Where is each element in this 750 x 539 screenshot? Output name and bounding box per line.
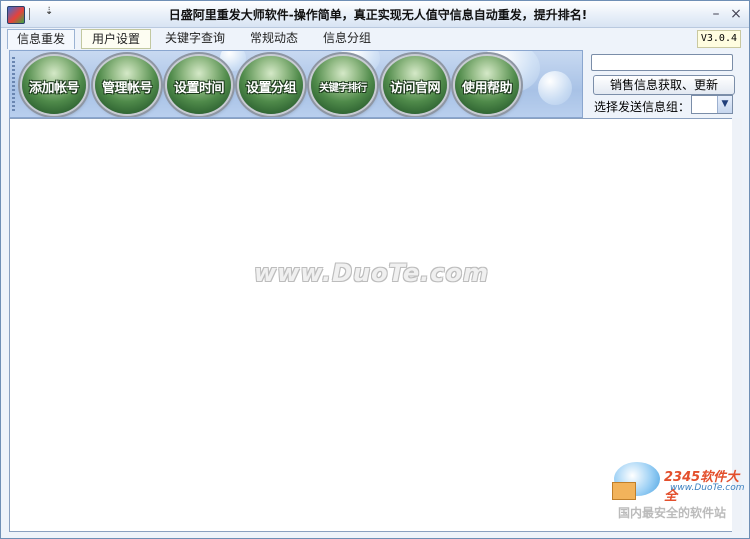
visit-site-label: 访问官网 [389,81,441,96]
logo-url: www.DuoTe.com [670,483,745,493]
tab-keyword-query[interactable]: 关键字查询 [157,29,233,49]
site-logo: 2345软件大全 www.DuoTe.com 国内最安全的软件站 [608,458,748,536]
title-bar: ⇣ 日盛阿里重发大师软件-操作简单，真正实现无人值守信息自动重发，提升排名! –… [1,1,749,28]
decor-bubble [538,71,572,105]
manage-account-button[interactable]: 管理帐号 [95,56,159,114]
box-icon [612,482,636,500]
version-badge: V3.0.4 [696,30,741,48]
tab-info-resend[interactable]: 信息重发 [7,29,75,49]
keyword-rank-label: 关键字排行 [319,83,367,94]
add-account-button[interactable]: 添加帐号 [22,56,86,114]
logo-slogan: 国内最安全的软件站 [618,506,727,520]
close-button[interactable]: × [727,5,745,23]
window-title: 日盛阿里重发大师软件-操作简单，真正实现无人值守信息自动重发，提升排名! [168,8,588,22]
chevron-down-icon[interactable]: ▼ [717,96,732,113]
tab-regular-updates[interactable]: 常规动态 [241,29,307,49]
tab-strip: 信息重发 用户设置 关键字查询 常规动态 信息分组 V3.0.4 [1,27,749,49]
toolbar: 添加帐号 管理帐号 设置时间 设置分组 关键字排行 访问官网 使用帮助 [9,50,583,118]
help-button[interactable]: 使用帮助 [455,56,519,114]
manage-account-label: 管理帐号 [101,81,153,96]
watermark-text: www.DuoTe.com [254,259,489,287]
set-time-button[interactable]: 设置时间 [167,56,231,114]
toolbar-grip[interactable] [12,57,15,111]
group-select[interactable]: ▼ [691,95,733,114]
set-group-label: 设置分组 [245,81,297,96]
set-time-label: 设置时间 [173,81,225,96]
tab-info-groups[interactable]: 信息分组 [314,29,380,49]
keyword-rank-button[interactable]: 关键字排行 [311,56,375,114]
minimize-button[interactable]: – [707,5,725,23]
right-panel: 销售信息获取、更新 选择发送信息组： ▼ [589,50,741,116]
tab-user-settings[interactable]: 用户设置 [81,29,151,49]
add-account-label: 添加帐号 [28,81,80,96]
fetch-update-button[interactable]: 销售信息获取、更新 [593,75,735,95]
set-group-button[interactable]: 设置分组 [239,56,303,114]
help-label: 使用帮助 [461,81,513,96]
group-select-label: 选择发送信息组： [594,100,691,114]
visit-site-button[interactable]: 访问官网 [383,56,447,114]
account-input[interactable] [591,54,733,71]
